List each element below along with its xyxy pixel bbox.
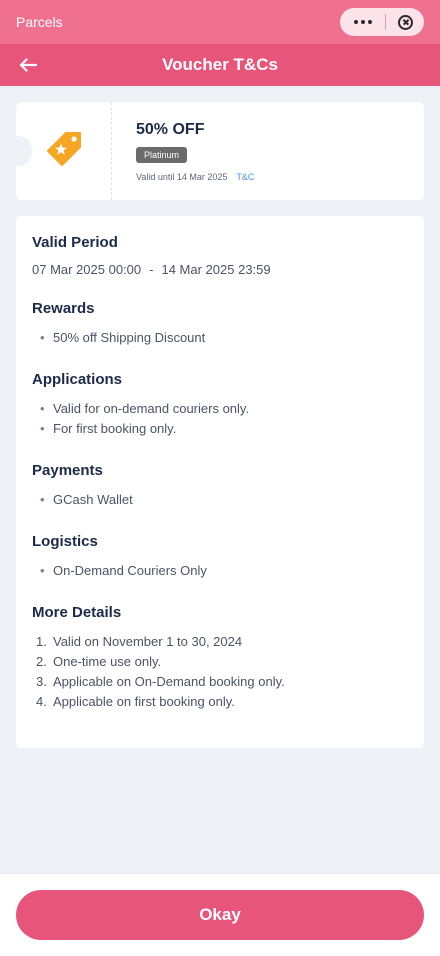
list-number: 2. <box>36 654 47 669</box>
section-heading: Logistics <box>32 533 98 550</box>
list-item-text: On-Demand Couriers Only <box>53 563 207 578</box>
bullet-marker: • <box>40 330 45 345</box>
list-item: 2. One-time use only. <box>32 652 408 672</box>
tnc-link[interactable]: T&C <box>236 172 254 182</box>
list-item: • Valid for on-demand couriers only. <box>32 399 408 419</box>
section-heading: Rewards <box>32 300 95 317</box>
period-separator: - <box>149 262 154 277</box>
bullet-marker: • <box>40 492 45 507</box>
terms-card: Valid Period 07 Mar 2025 00:00 - 14 Mar … <box>16 216 424 748</box>
list-item-text: Applicable on first booking only. <box>53 694 235 709</box>
page-title: Voucher T&Cs <box>162 55 278 74</box>
period-end: 14 Mar 2025 23:59 <box>161 262 271 277</box>
bullet-marker: • <box>40 421 45 436</box>
bullet-marker: • <box>40 563 45 578</box>
section-heading: Payments <box>32 462 103 479</box>
mini-app-capsule <box>340 8 424 36</box>
section-more-details: More Details 1. Valid on November 1 to 30… <box>32 604 408 712</box>
voucher-card: 50% OFF Platinum Valid until 14 Mar 2025… <box>16 102 424 200</box>
list-item: • For first booking only. <box>32 419 408 439</box>
applications-list: • Valid for on-demand couriers only. • For… <box>32 399 408 439</box>
list-item: • GCash Wallet <box>32 490 408 510</box>
section-heading: Valid Period <box>32 234 118 251</box>
logistics-list: • On-Demand Couriers Only <box>32 561 408 581</box>
period-start: 07 Mar 2025 00:00 <box>32 262 142 277</box>
list-number: 4. <box>36 694 47 709</box>
list-item: • On-Demand Couriers Only <box>32 561 408 581</box>
bottom-action-bar: Okay <box>0 873 440 956</box>
more-options-icon[interactable] <box>354 20 372 24</box>
list-item: 1. Valid on November 1 to 30, 2024 <box>32 632 408 652</box>
list-item-text: Valid on November 1 to 30, 2024 <box>53 634 243 649</box>
list-number: 1. <box>36 634 47 649</box>
capsule-divider <box>384 14 386 30</box>
rewards-list: • 50% off Shipping Discount <box>32 328 408 348</box>
voucher-icon-area <box>16 102 112 200</box>
list-item-text: Valid for on-demand couriers only. <box>53 401 250 416</box>
list-item-text: 50% off Shipping Discount <box>53 330 206 345</box>
list-item: • 50% off Shipping Discount <box>32 328 408 348</box>
section-heading: Applications <box>32 371 123 388</box>
valid-period-range: 07 Mar 2025 00:00 - 14 Mar 2025 23:59 <box>32 262 408 277</box>
list-item: 4. Applicable on first booking only. <box>32 692 408 712</box>
section-payments: Payments • GCash Wallet <box>32 462 408 510</box>
app-title: Parcels <box>16 14 63 30</box>
list-item-text: Applicable on On-Demand booking only. <box>53 674 285 689</box>
back-arrow-icon[interactable] <box>18 55 38 75</box>
section-logistics: Logistics • On-Demand Couriers Only <box>32 533 408 581</box>
list-item-text: GCash Wallet <box>53 492 133 507</box>
list-item-text: One-time use only. <box>53 654 162 669</box>
list-number: 3. <box>36 674 47 689</box>
section-rewards: Rewards • 50% off Shipping Discount <box>32 300 408 348</box>
discount-tag-icon <box>44 129 84 174</box>
valid-until-text: Valid until 14 Mar 2025 <box>136 172 228 182</box>
tier-badge: Platinum <box>136 147 188 163</box>
voucher-validity: Valid until 14 Mar 2025 T&C <box>136 172 254 182</box>
okay-button[interactable]: Okay <box>16 890 424 940</box>
more-details-list: 1. Valid on November 1 to 30, 2024 2. One-… <box>32 632 408 712</box>
section-applications: Applications • Valid for on-demand courie… <box>32 371 408 439</box>
bullet-marker: • <box>40 401 45 416</box>
section-valid-period: Valid Period 07 Mar 2025 00:00 - 14 Mar … <box>32 234 408 277</box>
list-item-text: For first booking only. <box>53 421 177 436</box>
voucher-divider <box>111 102 112 200</box>
voucher-title: 50% OFF <box>136 121 205 138</box>
section-heading: More Details <box>32 604 122 621</box>
list-item: 3. Applicable on On-Demand booking only. <box>32 672 408 692</box>
close-icon[interactable] <box>398 14 413 30</box>
voucher-info: 50% OFF Platinum Valid until 14 Mar 2025… <box>136 121 254 182</box>
page-header: Voucher T&Cs <box>0 44 440 86</box>
mini-app-bar: Parcels <box>0 0 440 44</box>
payments-list: • GCash Wallet <box>32 490 408 510</box>
